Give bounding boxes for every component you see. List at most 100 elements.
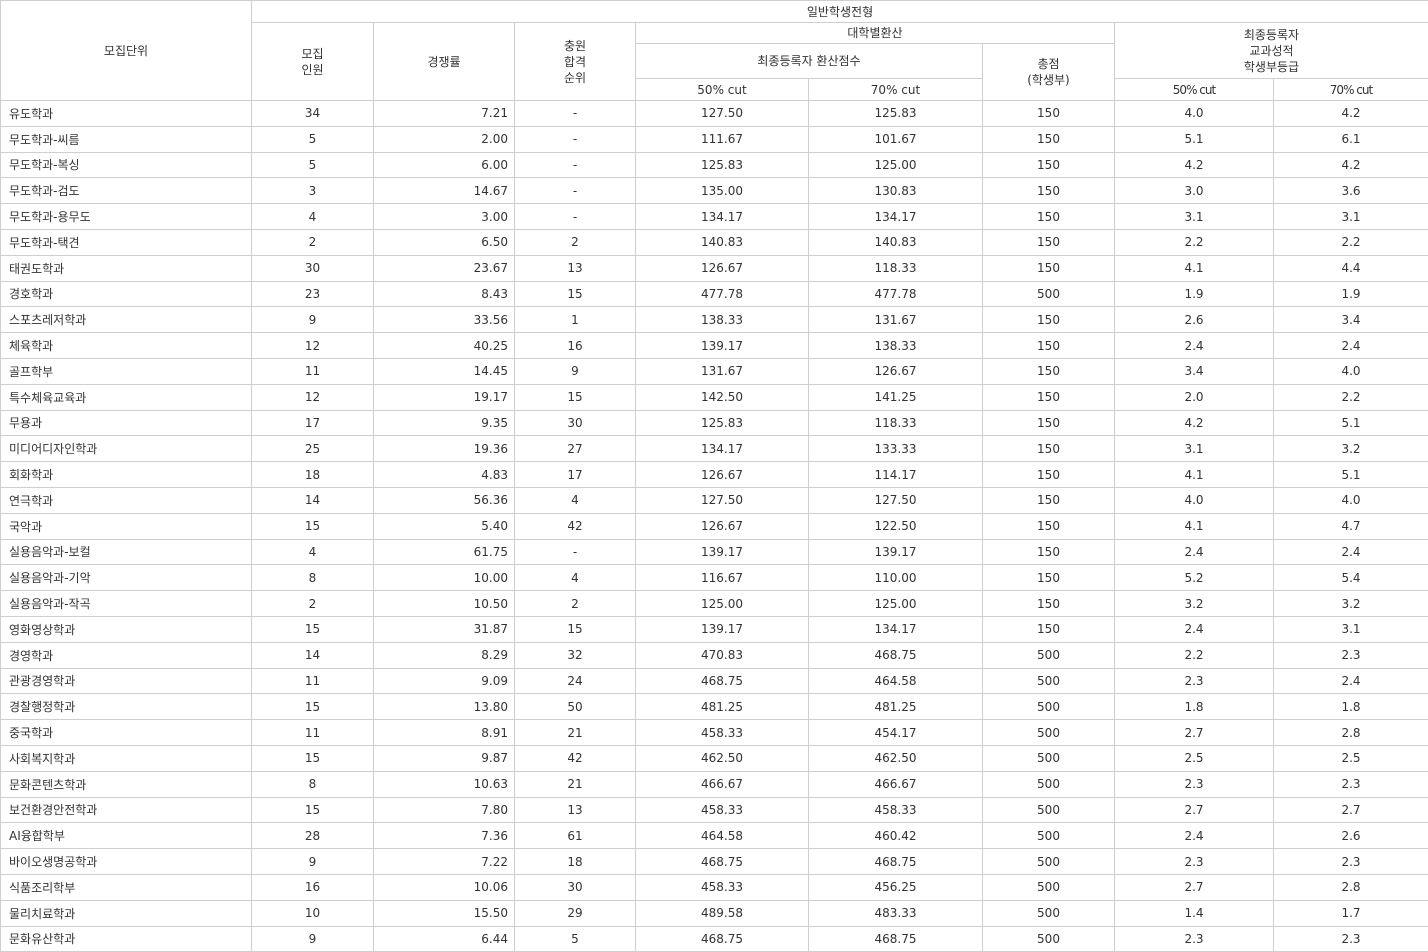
cell-recruit: 2 [252, 591, 374, 617]
header-total: 총점 (학생부) [983, 44, 1115, 101]
cell-rank: - [515, 539, 636, 565]
cell-cut70: 468.75 [809, 926, 983, 952]
cell-total: 500 [983, 281, 1115, 307]
cell-recruit: 4 [252, 539, 374, 565]
cell-ratio: 7.22 [374, 849, 515, 875]
cell-unit: 문화유산학과 [1, 926, 252, 952]
cell-grade70: 1.9 [1274, 281, 1428, 307]
cell-rank: 30 [515, 874, 636, 900]
cell-ratio: 4.83 [374, 462, 515, 488]
table-row: 관광경영학과119.0924468.75464.585002.32.4 [1, 668, 1428, 694]
cell-recruit: 12 [252, 333, 374, 359]
cell-cut50: 131.67 [636, 358, 809, 384]
cell-rank: 5 [515, 926, 636, 952]
cell-cut50: 134.17 [636, 436, 809, 462]
cell-rank: 61 [515, 823, 636, 849]
cell-ratio: 9.09 [374, 668, 515, 694]
cell-grade50: 3.2 [1115, 591, 1274, 617]
header-rank: 충원 합격 순위 [515, 23, 636, 101]
cell-grade50: 2.4 [1115, 616, 1274, 642]
table-row: 스포츠레저학과933.561138.33131.671502.63.4 [1, 307, 1428, 333]
cell-grade70: 2.4 [1274, 668, 1428, 694]
cell-cut70: 477.78 [809, 281, 983, 307]
table-row: 무용과179.3530125.83118.331504.25.1 [1, 410, 1428, 436]
cell-unit: 무도학과-씨름 [1, 126, 252, 152]
cell-grade50: 2.7 [1115, 874, 1274, 900]
cell-recruit: 2 [252, 229, 374, 255]
cell-grade70: 2.2 [1274, 384, 1428, 410]
table-row: 경찰행정학과1513.8050481.25481.255001.81.8 [1, 694, 1428, 720]
cell-grade70: 3.4 [1274, 307, 1428, 333]
cell-cut70: 454.17 [809, 720, 983, 746]
cell-cut50: 126.67 [636, 513, 809, 539]
cell-rank: 24 [515, 668, 636, 694]
table-row: 문화유산학과96.445468.75468.755002.32.3 [1, 926, 1428, 952]
table-row: 영화영상학과1531.8715139.17134.171502.43.1 [1, 616, 1428, 642]
cell-grade50: 2.4 [1115, 823, 1274, 849]
cell-cut50: 125.00 [636, 591, 809, 617]
cell-recruit: 5 [252, 126, 374, 152]
header-recruit-label: 모집 인원 [301, 47, 323, 77]
cell-cut50: 135.00 [636, 178, 809, 204]
cell-unit: 회화학과 [1, 462, 252, 488]
cell-ratio: 61.75 [374, 539, 515, 565]
table-row: 골프학부1114.459131.67126.671503.44.0 [1, 358, 1428, 384]
cell-total: 500 [983, 874, 1115, 900]
table-row: 미디어디자인학과2519.3627134.17133.331503.13.2 [1, 436, 1428, 462]
cell-cut50: 462.50 [636, 745, 809, 771]
cell-unit: 연극학과 [1, 487, 252, 513]
cell-total: 150 [983, 204, 1115, 230]
cell-ratio: 8.43 [374, 281, 515, 307]
cell-grade50: 2.3 [1115, 926, 1274, 952]
cell-grade50: 2.7 [1115, 797, 1274, 823]
cell-ratio: 10.63 [374, 771, 515, 797]
cell-grade70: 3.1 [1274, 204, 1428, 230]
cell-cut50: 142.50 [636, 384, 809, 410]
cell-grade50: 4.2 [1115, 152, 1274, 178]
cell-unit: 스포츠레저학과 [1, 307, 252, 333]
cell-grade50: 2.4 [1115, 333, 1274, 359]
header-cut50: 50% cut [636, 79, 809, 101]
cell-total: 500 [983, 926, 1115, 952]
cell-cut70: 460.42 [809, 823, 983, 849]
cell-recruit: 15 [252, 694, 374, 720]
table-row: 무도학과-용무도43.00-134.17134.171503.13.1 [1, 204, 1428, 230]
cell-cut50: 139.17 [636, 539, 809, 565]
cell-ratio: 10.06 [374, 874, 515, 900]
cell-recruit: 30 [252, 255, 374, 281]
cell-grade70: 2.7 [1274, 797, 1428, 823]
cell-grade70: 3.1 [1274, 616, 1428, 642]
cell-recruit: 9 [252, 307, 374, 333]
cell-ratio: 14.67 [374, 178, 515, 204]
cell-cut50: 138.33 [636, 307, 809, 333]
cell-cut70: 468.75 [809, 642, 983, 668]
cell-rank: 29 [515, 900, 636, 926]
cell-unit: 문화콘텐츠학과 [1, 771, 252, 797]
cell-rank: 15 [515, 281, 636, 307]
cell-grade70: 4.0 [1274, 358, 1428, 384]
header-grade50: 50% cut [1115, 79, 1274, 101]
cell-grade50: 5.1 [1115, 126, 1274, 152]
cell-ratio: 6.50 [374, 229, 515, 255]
cell-grade50: 2.7 [1115, 720, 1274, 746]
cell-unit: 보건환경안전학과 [1, 797, 252, 823]
cell-rank: 4 [515, 565, 636, 591]
cell-unit: 경영학과 [1, 642, 252, 668]
cell-ratio: 6.44 [374, 926, 515, 952]
cell-ratio: 19.36 [374, 436, 515, 462]
cell-cut70: 464.58 [809, 668, 983, 694]
cell-grade70: 2.6 [1274, 823, 1428, 849]
cell-total: 150 [983, 462, 1115, 488]
cell-grade70: 2.4 [1274, 333, 1428, 359]
cell-rank: 1 [515, 307, 636, 333]
cell-rank: 27 [515, 436, 636, 462]
cell-ratio: 31.87 [374, 616, 515, 642]
cell-unit: 사회복지학과 [1, 745, 252, 771]
cell-grade50: 2.2 [1115, 642, 1274, 668]
cell-cut70: 458.33 [809, 797, 983, 823]
cell-grade70: 4.4 [1274, 255, 1428, 281]
cell-rank: 32 [515, 642, 636, 668]
cell-grade50: 4.1 [1115, 462, 1274, 488]
cell-cut70: 139.17 [809, 539, 983, 565]
cell-unit: 관광경영학과 [1, 668, 252, 694]
